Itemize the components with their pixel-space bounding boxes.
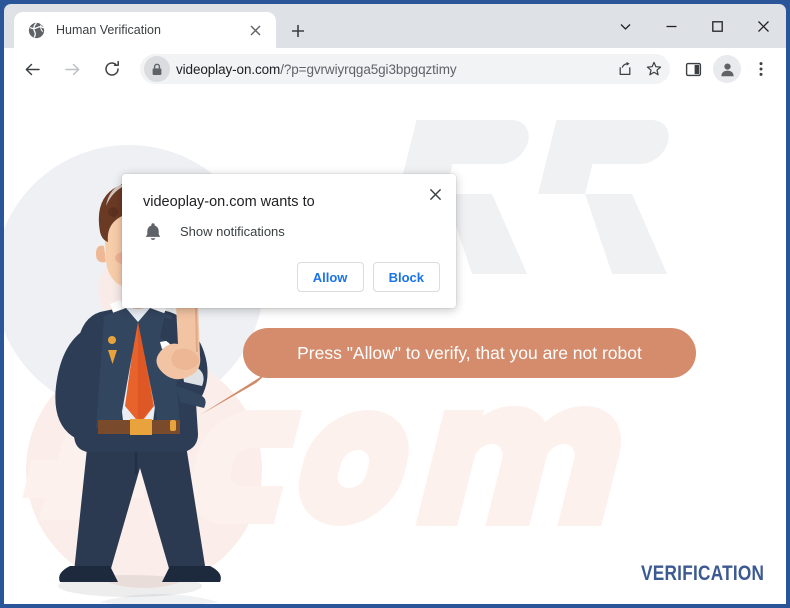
url-host: videoplay-on.com bbox=[176, 61, 281, 77]
browser-tab[interactable]: Human Verification bbox=[14, 12, 276, 48]
url-path: /?p=gvrwiyrqga5gi3bpgqztimy bbox=[280, 61, 457, 77]
chevron-down-icon[interactable] bbox=[602, 4, 648, 48]
permission-item: Show notifications bbox=[143, 221, 285, 241]
forward-arrow-icon bbox=[57, 54, 87, 84]
close-icon[interactable] bbox=[244, 19, 266, 41]
bell-icon bbox=[143, 221, 163, 241]
address-bar[interactable]: videoplay-on.com/?p=gvrwiyrqga5gi3bpgqzt… bbox=[140, 54, 670, 84]
share-icon[interactable] bbox=[611, 55, 638, 82]
reload-icon[interactable] bbox=[97, 54, 127, 84]
close-icon[interactable] bbox=[422, 181, 448, 207]
minimize-icon[interactable] bbox=[648, 4, 694, 48]
globe-icon bbox=[28, 22, 45, 39]
page-viewport: Press "Allow" to verify, that you are no… bbox=[4, 90, 786, 604]
lock-icon[interactable] bbox=[144, 56, 170, 82]
window-controls bbox=[602, 4, 786, 48]
three-dot-menu-icon[interactable] bbox=[746, 54, 776, 84]
url-text: videoplay-on.com/?p=gvrwiyrqga5gi3bpgqzt… bbox=[176, 62, 457, 77]
speech-bubble-tail bbox=[200, 371, 270, 415]
block-button[interactable]: Block bbox=[372, 262, 440, 292]
tab-title: Human Verification bbox=[56, 23, 161, 37]
verification-label: VERIFICATION bbox=[640, 562, 764, 585]
star-icon[interactable] bbox=[640, 55, 667, 82]
close-icon[interactable] bbox=[740, 4, 786, 48]
permission-item-label: Show notifications bbox=[180, 223, 285, 239]
back-arrow-icon[interactable] bbox=[17, 54, 47, 84]
side-panel-icon[interactable] bbox=[678, 54, 708, 84]
dialog-title: videoplay-on.com wants to bbox=[143, 194, 315, 210]
new-tab-button[interactable] bbox=[284, 17, 312, 45]
omnibox-actions bbox=[610, 55, 668, 82]
speech-bubble: Press "Allow" to verify, that you are no… bbox=[243, 328, 696, 378]
speech-bubble-text: Press "Allow" to verify, that you are no… bbox=[297, 342, 642, 363]
allow-button[interactable]: Allow bbox=[296, 262, 364, 292]
browser-toolbar: videoplay-on.com/?p=gvrwiyrqga5gi3bpgqzt… bbox=[4, 48, 786, 90]
maximize-icon[interactable] bbox=[694, 4, 740, 48]
browser-window: Human Verification videoplay-on.com/?p=g… bbox=[0, 0, 790, 608]
dialog-actions: Allow Block bbox=[288, 262, 440, 292]
tab-strip: Human Verification bbox=[4, 4, 786, 48]
notification-permission-dialog: videoplay-on.com wants to Show notificat… bbox=[122, 174, 456, 308]
profile-avatar-icon[interactable] bbox=[713, 55, 741, 83]
